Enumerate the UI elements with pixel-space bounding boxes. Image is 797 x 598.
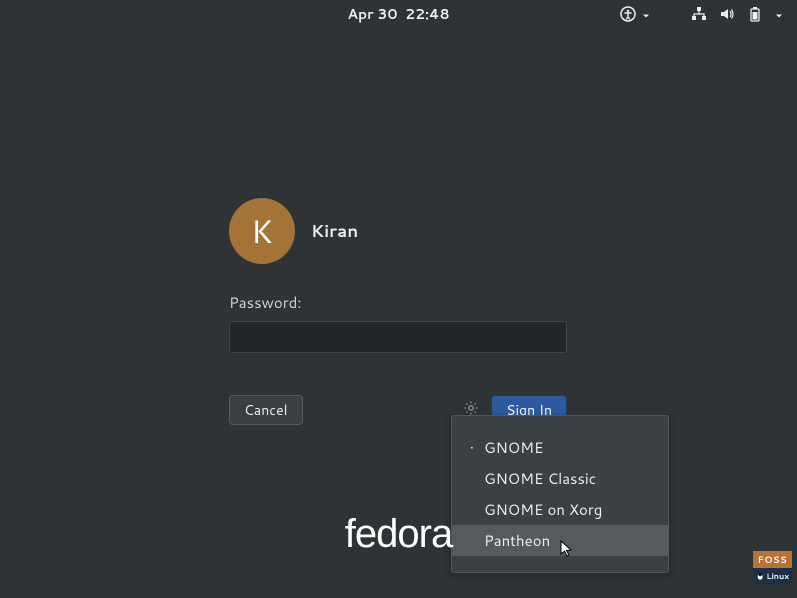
user-row[interactable]: K Kiran xyxy=(229,198,569,264)
avatar-initial: K xyxy=(251,209,273,254)
watermark-badge: FOSS Linux xyxy=(753,551,792,584)
date-text: Apr 30 xyxy=(347,4,397,24)
session-item-gnome-xorg[interactable]: GNOME on Xorg xyxy=(452,494,668,525)
session-menu: • GNOME GNOME Classic GNOME on Xorg Pant… xyxy=(451,415,669,573)
topbar-datetime[interactable]: Apr 30 22:48 xyxy=(347,4,449,24)
chevron-down-icon xyxy=(642,3,650,26)
session-label: GNOME xyxy=(484,437,543,458)
network-icon xyxy=(691,6,707,22)
login-panel: K Kiran Password: Cancel Sign In xyxy=(229,198,569,425)
chevron-down-icon xyxy=(775,3,783,26)
session-label: Pantheon xyxy=(484,530,550,551)
session-item-gnome[interactable]: • GNOME xyxy=(452,432,668,463)
password-label: Password: xyxy=(229,292,569,313)
password-input[interactable] xyxy=(229,321,567,353)
username-label: Kiran xyxy=(311,219,358,243)
session-label: GNOME on Xorg xyxy=(484,499,602,520)
session-item-gnome-classic[interactable]: GNOME Classic xyxy=(452,463,668,494)
volume-icon xyxy=(719,6,735,22)
badge-top: FOSS xyxy=(753,551,792,568)
cancel-button[interactable]: Cancel xyxy=(229,395,303,425)
accessibility-menu[interactable] xyxy=(620,0,650,28)
session-label: GNOME Classic xyxy=(484,468,596,489)
time-text: 22:48 xyxy=(405,4,450,24)
topbar: Apr 30 22:48 xyxy=(0,0,797,28)
accessibility-icon xyxy=(620,6,636,22)
system-status-area[interactable] xyxy=(691,0,783,28)
avatar: K xyxy=(229,198,295,264)
bullet-icon: • xyxy=(470,439,484,456)
badge-bottom: Linux xyxy=(753,568,792,584)
session-item-pantheon[interactable]: Pantheon xyxy=(452,525,668,556)
tux-icon xyxy=(756,571,764,581)
battery-icon xyxy=(747,6,763,22)
distro-logo: fedora xyxy=(345,512,452,557)
